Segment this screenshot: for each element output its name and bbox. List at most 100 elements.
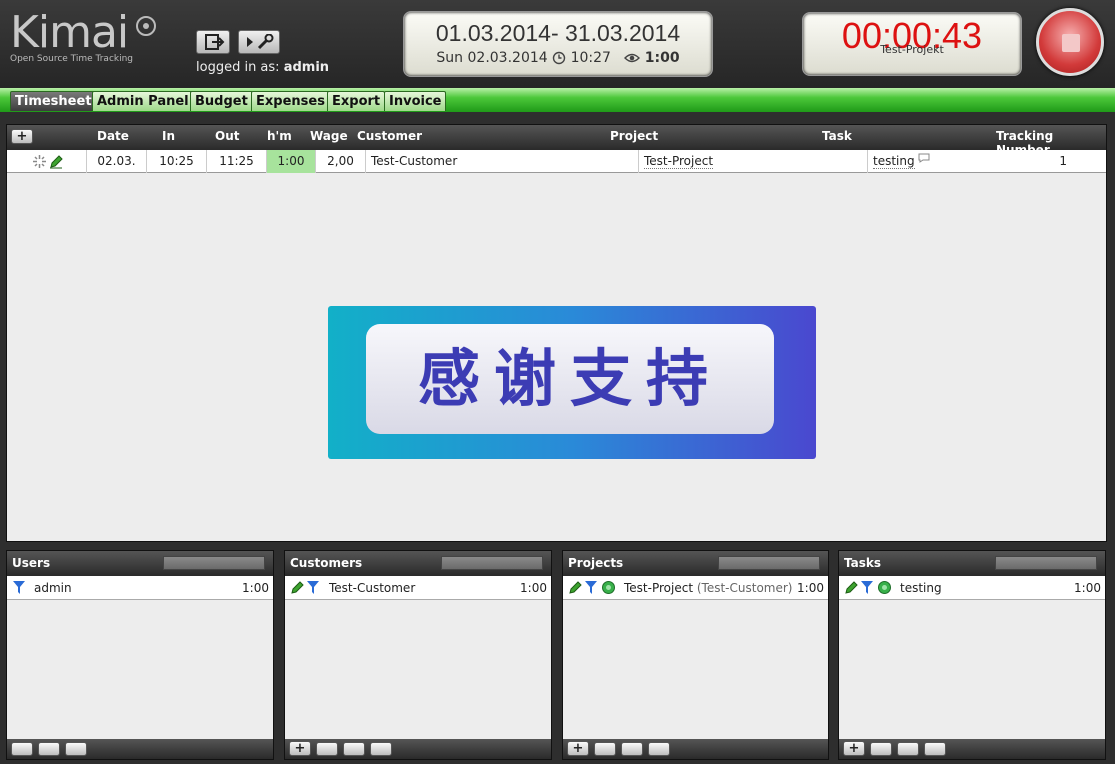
start-recording-icon[interactable] <box>878 581 891 594</box>
tab-timesheet[interactable]: Timesheet <box>10 91 97 111</box>
filter-none-button[interactable] <box>621 742 643 756</box>
col-hm[interactable]: h'm <box>267 129 292 143</box>
users-panel-header: Users <box>7 551 273 576</box>
edit-icon[interactable] <box>844 581 858 595</box>
projects-filter-input[interactable] <box>718 556 820 570</box>
filter-icon[interactable] <box>861 581 873 594</box>
customers-panel-title: Customers <box>290 556 363 570</box>
cell-date: 02.03. <box>87 150 147 173</box>
edit-icon[interactable] <box>568 581 582 595</box>
tab-admin-panel[interactable]: Admin Panel <box>92 91 194 111</box>
tab-expenses[interactable]: Expenses <box>251 91 330 111</box>
filter-invert-button[interactable] <box>65 742 87 756</box>
filter-all-button[interactable] <box>316 742 338 756</box>
projects-panel-header: Projects <box>563 551 828 576</box>
col-customer[interactable]: Customer <box>357 129 422 143</box>
stop-recording-button[interactable] <box>1036 8 1104 76</box>
filter-all-button[interactable] <box>11 742 33 756</box>
logout-icon <box>205 34 225 50</box>
brand-tagline: Open Source Time Tracking <box>10 54 134 64</box>
task-link[interactable]: testing <box>873 154 915 169</box>
current-date: Sun 02.03.2014 <box>436 50 548 66</box>
wrench-icon <box>247 34 274 50</box>
project-link[interactable]: Test-Project <box>644 154 714 169</box>
tasks-panel-header: Tasks <box>839 551 1105 576</box>
start-recording-icon[interactable] <box>602 581 615 594</box>
add-customer-button[interactable]: + <box>289 741 311 756</box>
filter-none-button[interactable] <box>897 742 919 756</box>
banner-inner: 感谢支持 <box>366 324 774 434</box>
timesheet-header: + Date In Out h'm Wage Customer Project … <box>7 125 1106 157</box>
row-actions <box>7 150 87 173</box>
tasks-filter-input[interactable] <box>995 556 1097 570</box>
user-name: admin <box>34 581 72 595</box>
filter-invert-button[interactable] <box>924 742 946 756</box>
list-item[interactable]: admin 1:00 <box>7 576 273 600</box>
filter-icon[interactable] <box>307 581 319 594</box>
tab-bar: Timesheet Admin Panel Budget Expenses Ex… <box>0 88 1115 112</box>
clock-icon <box>552 51 566 65</box>
customer-name: Test-Customer <box>329 581 416 595</box>
list-item[interactable]: Test-Project (Test-Customer) 1:00 <box>563 576 828 600</box>
col-task[interactable]: Task <box>822 129 852 143</box>
film-reel-icon <box>136 16 156 36</box>
project-name: Test-Project <box>624 581 694 595</box>
date-range[interactable]: 01.03.2014- 31.03.2014 <box>404 20 712 47</box>
tab-budget[interactable]: Budget <box>190 91 253 111</box>
cell-customer: Test-Customer <box>366 150 639 173</box>
filter-icon[interactable] <box>13 581 25 594</box>
preferences-button[interactable] <box>238 30 280 54</box>
filter-all-button[interactable] <box>870 742 892 756</box>
filter-none-button[interactable] <box>343 742 365 756</box>
list-item[interactable]: testing 1:00 <box>839 576 1105 600</box>
tab-invoice[interactable]: Invoice <box>384 91 447 111</box>
timesheet-panel: + Date In Out h'm Wage Customer Project … <box>6 124 1107 542</box>
add-entry-button[interactable]: + <box>11 129 33 144</box>
tab-export[interactable]: Export <box>327 91 386 111</box>
record-again-icon[interactable] <box>33 155 46 168</box>
add-task-button[interactable]: + <box>843 741 865 756</box>
current-datetime: Sun 02.03.2014 10:27 1:00 <box>404 50 712 66</box>
edit-icon[interactable] <box>49 155 63 169</box>
logged-in-info: logged in as: admin <box>196 60 329 75</box>
projects-panel-title: Projects <box>568 556 624 570</box>
customers-panel-header: Customers <box>285 551 551 576</box>
timer-project: Test-Projekt <box>880 43 944 56</box>
col-date[interactable]: Date <box>97 129 129 143</box>
logged-in-user: admin <box>283 60 330 75</box>
users-filter-input[interactable] <box>163 556 265 570</box>
filter-none-button[interactable] <box>38 742 60 756</box>
table-row[interactable]: 02.03. 10:25 11:25 1:00 2,00 Test-Custom… <box>7 150 1106 173</box>
customers-panel-footer: + <box>285 739 551 759</box>
cell-out: 11:25 <box>207 150 267 173</box>
cell-hm: 1:00 <box>267 150 316 173</box>
users-panel-footer <box>7 739 273 759</box>
tasks-panel: Tasks testing 1:00 + <box>838 550 1106 760</box>
col-out[interactable]: Out <box>215 129 239 143</box>
users-panel-title: Users <box>12 556 51 570</box>
list-item[interactable]: Test-Customer 1:00 <box>285 576 551 600</box>
thanks-banner: 感谢支持 <box>328 306 816 459</box>
header: Kimai Open Source Time Tracking logged i… <box>0 0 1115 88</box>
customers-filter-input[interactable] <box>441 556 543 570</box>
edit-icon[interactable] <box>290 581 304 595</box>
add-project-button[interactable]: + <box>567 741 589 756</box>
comment-icon[interactable] <box>918 153 930 163</box>
filter-invert-button[interactable] <box>370 742 392 756</box>
col-project[interactable]: Project <box>610 129 658 143</box>
filter-icon[interactable] <box>585 581 597 594</box>
banner-text: 感谢支持 <box>417 342 722 415</box>
tasks-panel-title: Tasks <box>844 556 882 570</box>
col-in[interactable]: In <box>162 129 175 143</box>
logout-button[interactable] <box>196 30 230 54</box>
filter-invert-button[interactable] <box>648 742 670 756</box>
users-panel: Users admin 1:00 <box>6 550 274 760</box>
col-wage[interactable]: Wage <box>310 129 348 143</box>
stop-icon <box>1062 34 1080 52</box>
cell-tracking-number: 1 <box>1059 154 1067 168</box>
current-time: 10:27 <box>570 50 611 66</box>
date-range-box[interactable]: 01.03.2014- 31.03.2014 Sun 02.03.2014 10… <box>403 11 713 77</box>
projects-panel: Projects Test-Project (Test-Customer) 1:… <box>562 550 829 760</box>
filter-all-button[interactable] <box>594 742 616 756</box>
customer-time: 1:00 <box>520 581 547 595</box>
